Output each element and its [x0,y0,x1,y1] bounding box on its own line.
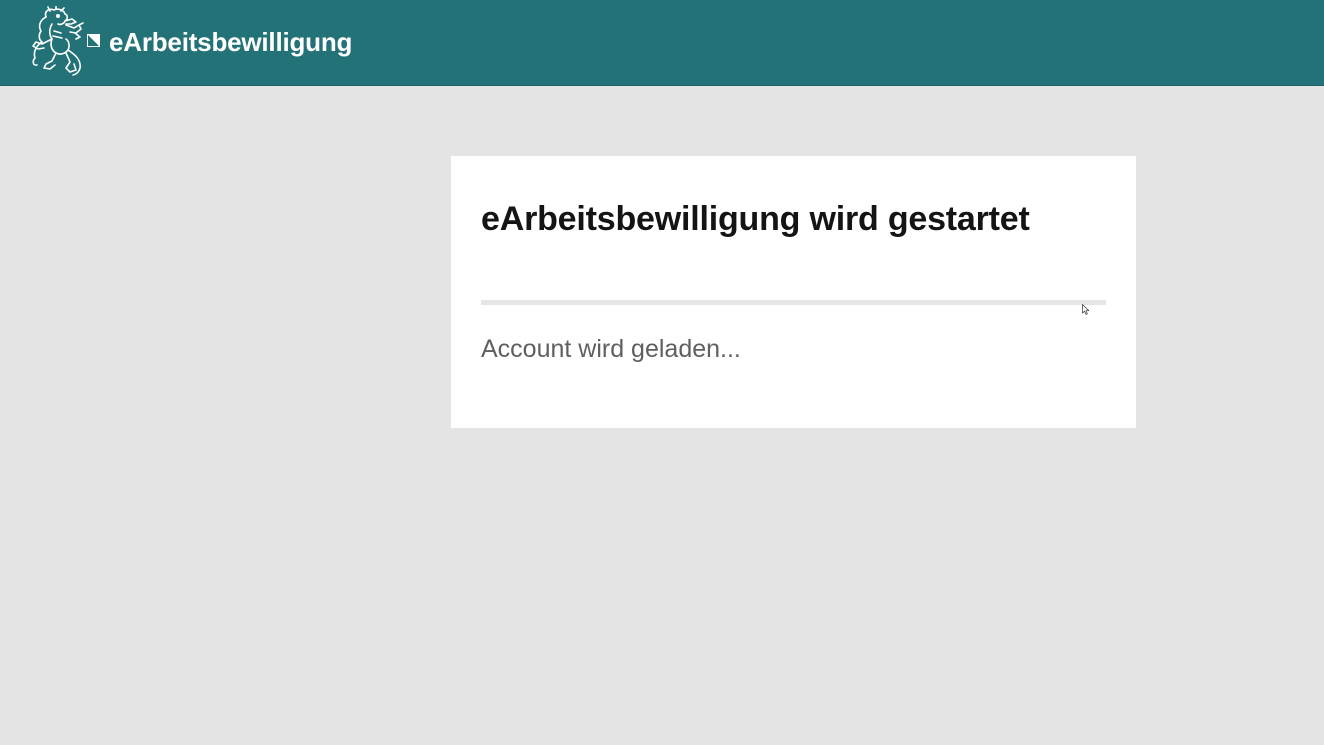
app-header: eArbeitsbewilligung [0,0,1324,86]
loading-status-text: Account wird geladen... [481,335,741,363]
lion-crest-icon[interactable] [30,6,86,76]
diagonal-corner-icon [87,34,100,47]
loading-progress-bar [481,300,1106,305]
loading-card: eArbeitsbewilligung wird gestartet Accou… [451,156,1136,428]
app-title[interactable]: eArbeitsbewilligung [109,26,352,58]
loading-title: eArbeitsbewilligung wird gestartet [481,200,1030,238]
mouse-cursor-icon [1082,304,1090,315]
